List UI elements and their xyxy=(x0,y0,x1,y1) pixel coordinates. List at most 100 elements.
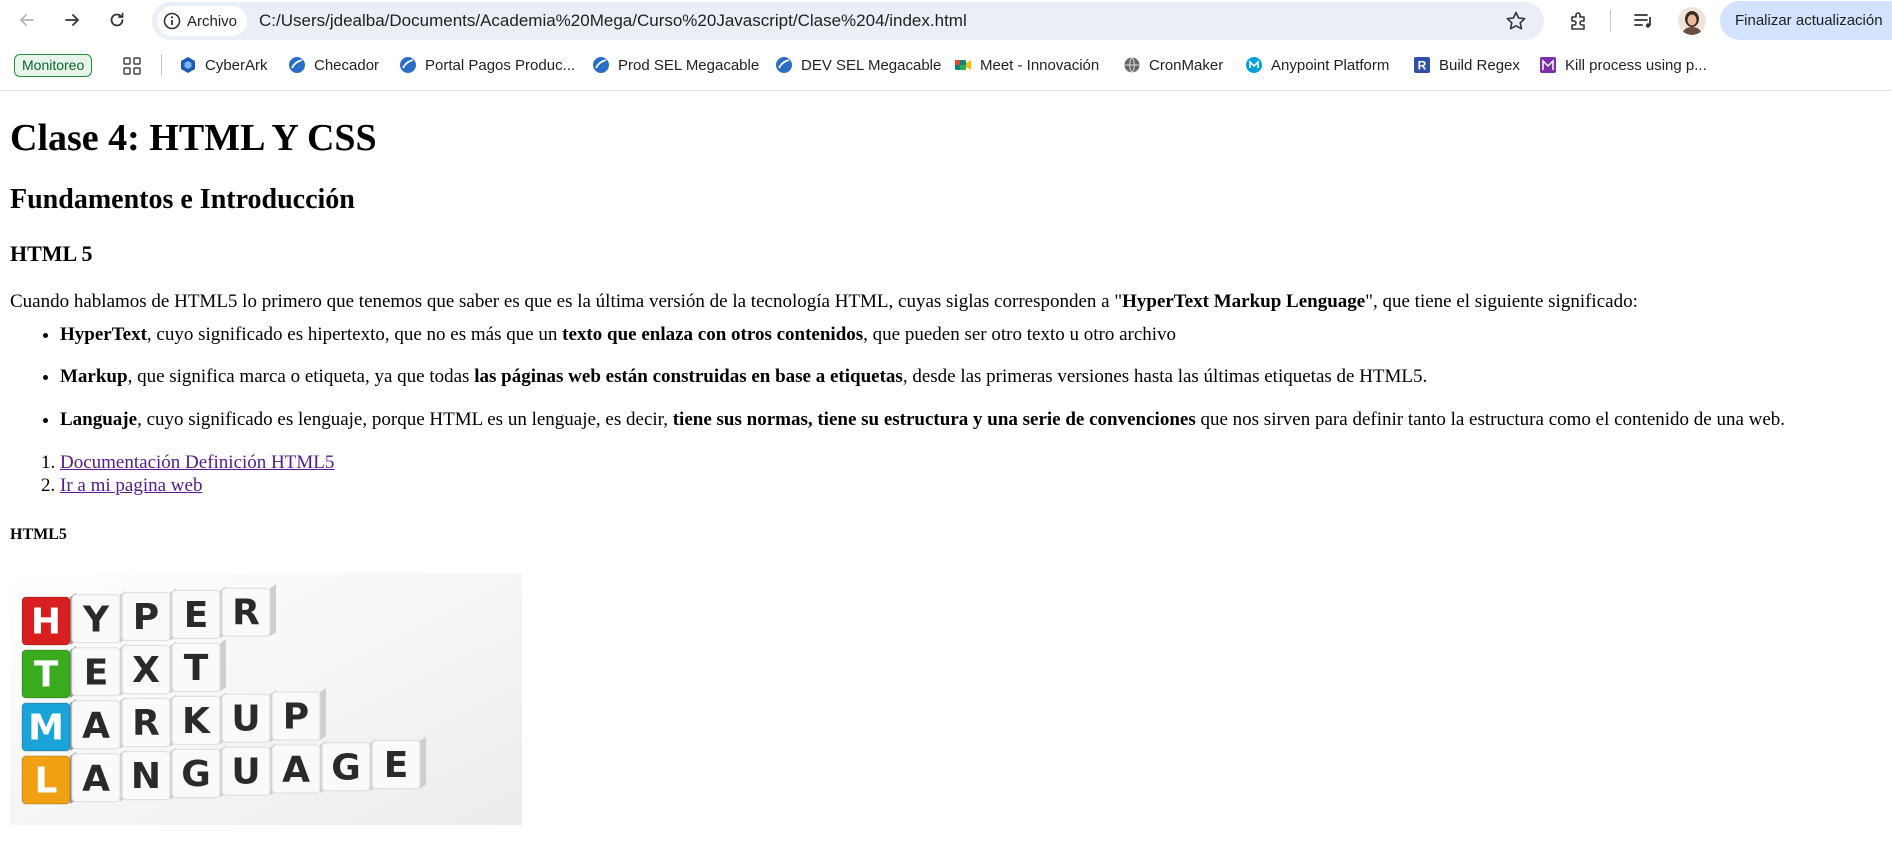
bookmarks-bar: Monitoreo CyberArk Checador Portal Pagos… xyxy=(0,48,1892,82)
term: HyperText xyxy=(60,323,147,345)
kill-process-icon xyxy=(1539,56,1557,74)
bookmark-label: Kill process using p... xyxy=(1565,56,1707,74)
apps-grid-icon[interactable] xyxy=(122,56,142,76)
term: Languaje xyxy=(60,409,138,431)
item-text: , que significa marca o etiqueta, ya que… xyxy=(127,366,475,388)
globe-icon xyxy=(288,56,306,74)
block-letter: E xyxy=(84,652,109,693)
list-item: Ir a mi pagina web xyxy=(60,475,1882,498)
term: Markup xyxy=(60,366,128,388)
mulesoft-icon xyxy=(1245,56,1263,74)
block-letter: A xyxy=(82,705,110,746)
item-text: , cuyo significado es lenguaje, porque H… xyxy=(137,409,673,431)
block-letter: E xyxy=(184,594,209,635)
reload-button[interactable] xyxy=(101,4,133,36)
bookmark-label: Portal Pagos Produc... xyxy=(425,56,576,74)
bookmark-anypoint[interactable]: Anypoint Platform xyxy=(1245,54,1389,76)
block-letter: N xyxy=(131,756,161,797)
bookmark-meet[interactable]: Meet - Innovación xyxy=(954,54,1099,76)
intro-paragraph: Cuando hablamos de HTML5 lo primero que … xyxy=(10,291,1882,314)
globe-icon xyxy=(592,56,610,74)
profile-icon xyxy=(1682,11,1702,35)
item-text: , desde las primeras versiones hasta las… xyxy=(902,366,1428,388)
item-text: , que pueden ser otro texto u otro archi… xyxy=(863,323,1177,345)
intro-text-end: ", que tiene el siguiente significado: xyxy=(1365,290,1638,312)
globe-icon xyxy=(775,56,793,74)
item-text: , cuyo significado es hipertexto, que no… xyxy=(146,323,563,345)
html-acronym-blocks-image: H Y P E RT E X TM A R K U PL A N G U A G E xyxy=(10,572,522,825)
bookmark-dev-sel[interactable]: DEV SEL Megacable xyxy=(775,54,941,76)
extensions-button[interactable] xyxy=(1566,8,1592,34)
block-letter: T xyxy=(184,647,209,688)
block-letter: P xyxy=(283,696,309,737)
block-letter: L xyxy=(35,760,58,801)
item-strong: las páginas web están construidas en bas… xyxy=(474,366,903,388)
globe-icon xyxy=(1123,56,1141,74)
bookmark-cronmaker[interactable]: CronMaker xyxy=(1123,54,1223,76)
bookmark-monitoreo[interactable]: Monitoreo xyxy=(14,54,93,77)
bookmark-portal-pagos[interactable]: Portal Pagos Produc... xyxy=(399,54,575,76)
list-item: Markup, que significa marca o etiqueta, … xyxy=(60,366,1882,389)
bookmark-cyberark[interactable]: CyberArk xyxy=(179,54,268,76)
block-side xyxy=(220,638,226,691)
link-mi-pagina-web[interactable]: Ir a mi pagina web xyxy=(60,475,202,496)
bookmark-label: Anypoint Platform xyxy=(1271,56,1390,74)
block-letter: X xyxy=(132,650,160,691)
block-letter: U xyxy=(231,698,260,739)
list-item: Languaje, cuyo significado es lenguaje, … xyxy=(60,409,1882,432)
globe-icon xyxy=(399,56,417,74)
item-text: que nos sirven para definir tanto la est… xyxy=(1195,409,1786,431)
finish-update-button[interactable]: Finalizar actualización xyxy=(1720,1,1892,40)
list-item: HyperText, cuyo significado es hipertext… xyxy=(60,324,1882,347)
page-subtitle: Fundamentos e Introducción xyxy=(10,183,355,215)
block-letter: A xyxy=(282,749,310,790)
bookmarks-separator xyxy=(161,54,162,76)
link-documentacion-html5[interactable]: Documentación Definición HTML5 xyxy=(60,452,334,473)
bookmark-label: Build Regex xyxy=(1439,56,1520,74)
block-side xyxy=(420,736,426,789)
image-caption: HTML5 xyxy=(10,525,67,543)
bookmark-label: CronMaker xyxy=(1149,56,1224,74)
block-side xyxy=(270,583,276,636)
block-letter: U xyxy=(231,751,260,792)
block-letter: P xyxy=(133,597,159,638)
bookmark-checador[interactable]: Checador xyxy=(288,54,379,76)
block-letter: M xyxy=(28,707,64,748)
forward-button[interactable] xyxy=(56,4,88,36)
site-info-chip[interactable]: Archivo xyxy=(157,6,248,36)
intro-text: Cuando hablamos de HTML5 lo primero que … xyxy=(10,290,1123,312)
bookmark-label: Checador xyxy=(314,56,380,74)
block-letter: A xyxy=(82,758,110,799)
url-text[interactable]: C:/Users/jdealba/Documents/Academia%20Me… xyxy=(259,11,967,31)
page-title: Clase 4: HTML Y CSS xyxy=(10,117,377,159)
media-control-button[interactable] xyxy=(1631,8,1657,34)
block-side xyxy=(320,687,326,740)
block-letter: R xyxy=(132,703,160,744)
list-item: Documentación Definición HTML5 xyxy=(60,452,1882,475)
bookmark-label: Prod SEL Megacable xyxy=(618,56,760,74)
regex-icon: R xyxy=(1413,56,1431,74)
block-letter: G xyxy=(181,753,211,794)
block-letter: E xyxy=(384,745,409,786)
profile-avatar[interactable] xyxy=(1678,7,1706,35)
item-strong: texto que enlaza con otros contenidos xyxy=(562,323,864,345)
back-button[interactable] xyxy=(11,4,43,36)
playlist-icon xyxy=(1634,14,1651,28)
bookmark-prod-sel[interactable]: Prod SEL Megacable xyxy=(592,54,759,76)
arrow-left-icon xyxy=(20,14,34,26)
block-letter: G xyxy=(331,747,361,788)
site-chip-label: Archivo xyxy=(187,12,238,30)
item-strong: tiene sus normas, tiene su estructura y … xyxy=(672,409,1196,431)
block-letter: K xyxy=(182,700,211,741)
bookmark-build-regex[interactable]: R Build Regex xyxy=(1413,54,1520,76)
toolbar-separator xyxy=(1610,10,1611,32)
page-content: Clase 4: HTML Y CSS Fundamentos e Introd… xyxy=(0,91,1892,846)
address-bar[interactable]: Archivo C:/Users/jdealba/Documents/Acade… xyxy=(152,2,1544,40)
bookmark-kill-process[interactable]: Kill process using p... xyxy=(1539,54,1707,76)
block-letter: Y xyxy=(82,599,110,640)
cyberark-icon xyxy=(179,56,197,74)
bookmark-star-icon[interactable] xyxy=(1504,9,1528,33)
link-list: Documentación Definición HTML5 Ir a mi p… xyxy=(10,452,1882,498)
info-icon xyxy=(163,12,181,30)
meet-icon xyxy=(954,56,972,74)
